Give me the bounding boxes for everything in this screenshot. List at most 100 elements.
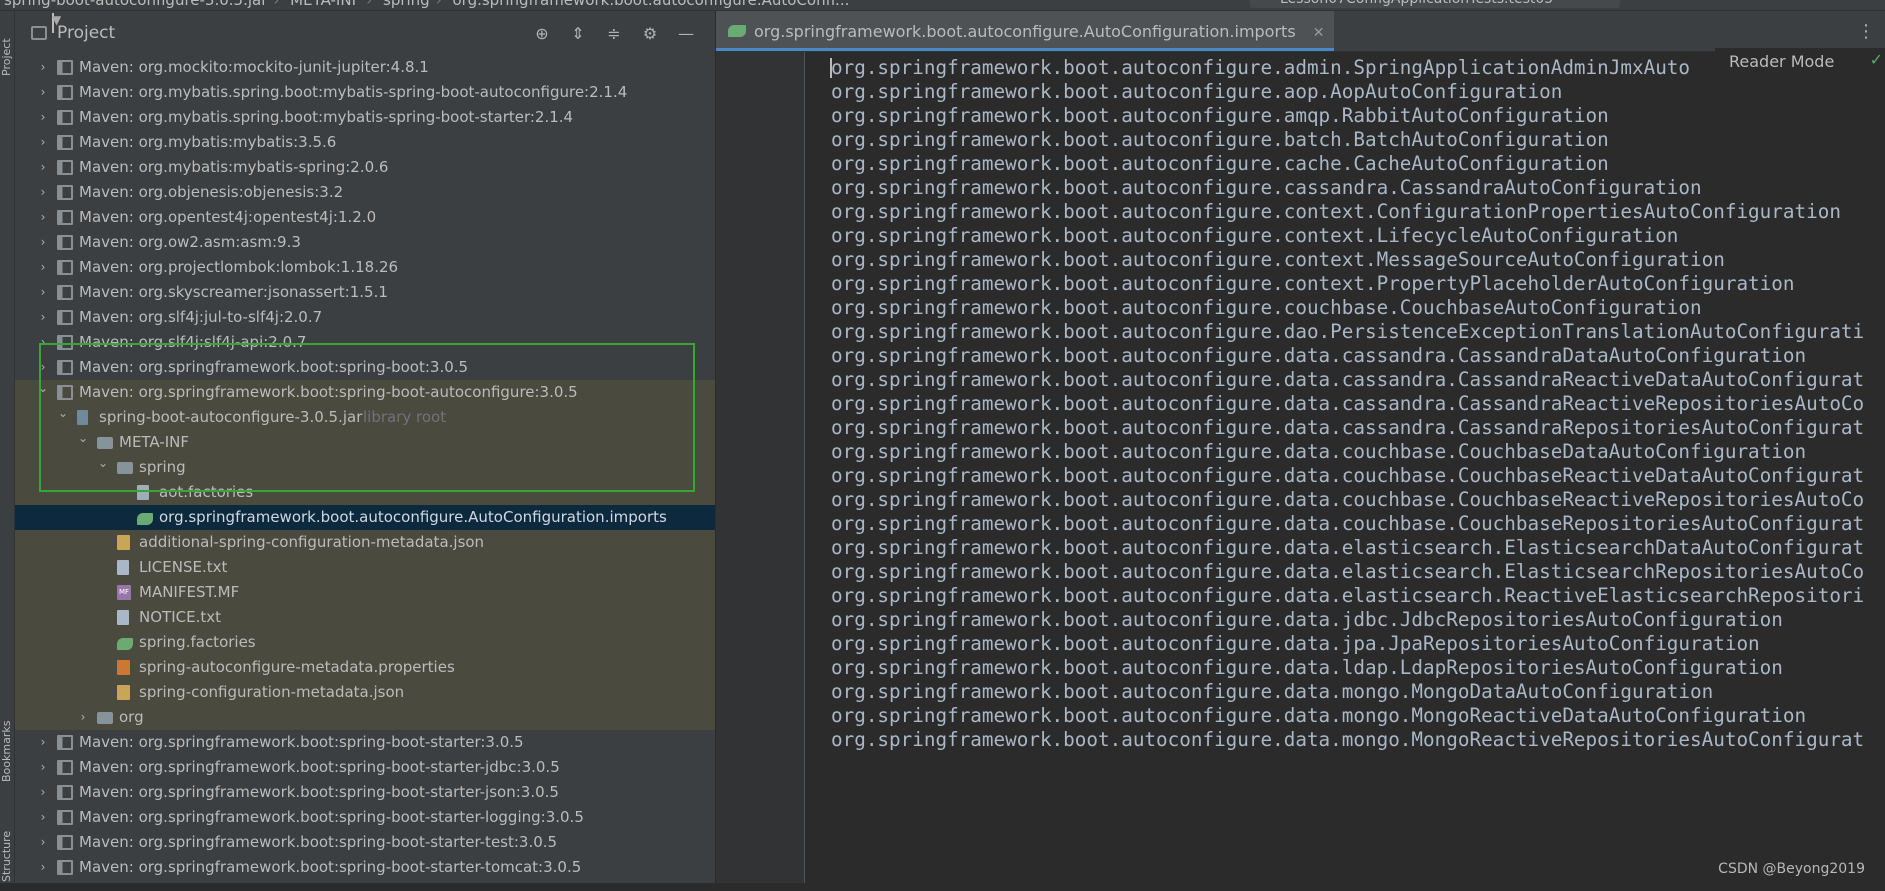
tree-row[interactable]: › Maven: org.objenesis:objenesis:3.2 [15, 180, 715, 205]
tree-row[interactable]: ⌄ spring-boot-autoconfigure-3.0.5.jar libr… [15, 405, 715, 430]
run-configuration-select[interactable]: Lesson07ConfigApplicationTests.test05 [1250, 0, 1620, 8]
chevron-right-icon[interactable]: › [37, 855, 49, 880]
code-line[interactable]: 9org.springframework.boot.autoconfigure.… [805, 248, 1885, 272]
tree-row[interactable]: › Maven: org.mybatis:mybatis:3.5.6 [15, 130, 715, 155]
code-line[interactable]: 26org.springframework.boot.autoconfigure… [805, 656, 1885, 680]
tree-row[interactable]: › Maven: org.springframework.boot:spring-… [15, 355, 715, 380]
chevron-right-icon[interactable]: › [37, 155, 49, 180]
code-line[interactable]: 8org.springframework.boot.autoconfigure.… [805, 224, 1885, 248]
breadcrumb-item-spring[interactable]: spring [383, 0, 430, 9]
gear-icon[interactable]: ⚙ [641, 25, 659, 43]
tree-row[interactable]: spring-configuration-metadata.json [15, 680, 715, 705]
chevron-down-icon[interactable]: ⌄ [37, 376, 49, 401]
target-icon[interactable]: ⊕ [533, 25, 551, 43]
breadcrumb-item-jar[interactable]: spring-boot-autoconfigure-3.0.5.jar [4, 0, 267, 9]
chevron-right-icon[interactable]: › [37, 80, 49, 105]
chevron-right-icon[interactable]: › [37, 330, 49, 355]
tree-row[interactable]: › Maven: org.slf4j:slf4j-api:2.0.7 [15, 330, 715, 355]
bookmarks-tool-tab[interactable]: Bookmarks [0, 711, 14, 791]
code-line[interactable]: 20org.springframework.boot.autoconfigure… [805, 512, 1885, 536]
tree-row[interactable]: ⌄ Maven: org.springframework.boot:spring-… [15, 380, 715, 405]
code-line[interactable]: 3org.springframework.boot.autoconfigure.… [805, 104, 1885, 128]
code-line[interactable]: 23org.springframework.boot.autoconfigure… [805, 584, 1885, 608]
tree-row[interactable]: › Maven: org.ow2.asm:asm:9.3 [15, 230, 715, 255]
code-line[interactable]: 12org.springframework.boot.autoconfigure… [805, 320, 1885, 344]
code-area[interactable]: 1org.springframework.boot.autoconfigure.… [805, 52, 1885, 883]
chevron-right-icon[interactable]: › [37, 180, 49, 205]
chevron-down-icon[interactable]: ⌄ [77, 426, 89, 451]
chevron-right-icon[interactable]: › [37, 730, 49, 755]
tree-row[interactable]: LICENSE.txt [15, 555, 715, 580]
more-icon[interactable]: ⋮ [1857, 21, 1875, 42]
code-line[interactable]: 21org.springframework.boot.autoconfigure… [805, 536, 1885, 560]
tree-row[interactable]: › Maven: org.slf4j:jul-to-slf4j:2.0.7 [15, 305, 715, 330]
code-line[interactable]: 19org.springframework.boot.autoconfigure… [805, 488, 1885, 512]
tree-row[interactable]: additional-spring-configuration-metadata… [15, 530, 715, 555]
chevron-right-icon[interactable]: › [37, 255, 49, 280]
code-line[interactable]: 2org.springframework.boot.autoconfigure.… [805, 80, 1885, 104]
close-icon[interactable]: ✕ [1313, 25, 1325, 41]
chevron-right-icon[interactable]: › [37, 55, 49, 80]
tree-row[interactable]: › Maven: org.mybatis.spring.boot:mybatis-… [15, 105, 715, 130]
tree-row[interactable]: aot.factories [15, 480, 715, 505]
code-editor[interactable]: 1org.springframework.boot.autoconfigure.… [716, 48, 1885, 883]
breadcrumb-item-meta-inf[interactable]: META-INF [290, 0, 360, 9]
code-line[interactable]: 10org.springframework.boot.autoconfigure… [805, 272, 1885, 296]
chevron-right-icon[interactable]: › [37, 755, 49, 780]
tree-row[interactable]: › Maven: org.springframework.boot:spring-… [15, 830, 715, 855]
chevron-right-icon[interactable]: › [37, 305, 49, 330]
code-line[interactable]: 18org.springframework.boot.autoconfigure… [805, 464, 1885, 488]
tree-row[interactable]: › org [15, 705, 715, 730]
structure-tool-tab[interactable]: Structure [0, 821, 14, 891]
code-line[interactable]: 29org.springframework.boot.autoconfigure… [805, 728, 1885, 752]
chevron-down-icon[interactable]: ⌄ [57, 401, 69, 426]
code-line[interactable]: 22org.springframework.boot.autoconfigure… [805, 560, 1885, 584]
expand-all-icon[interactable]: ⇕ [569, 25, 587, 43]
tree-row[interactable]: spring-autoconfigure-metadata.properties [15, 655, 715, 680]
tree-row[interactable]: › Maven: org.springframework.boot:spring-… [15, 855, 715, 880]
code-line[interactable]: 27org.springframework.boot.autoconfigure… [805, 680, 1885, 704]
chevron-right-icon[interactable]: › [37, 830, 49, 855]
tree-row[interactable]: › Maven: org.opentest4j:opentest4j:1.2.0 [15, 205, 715, 230]
reader-mode-button[interactable]: Reader Mode [1729, 52, 1834, 71]
tree-row[interactable]: › Maven: org.mybatis.spring.boot:mybatis-… [15, 80, 715, 105]
tree-row[interactable]: › Maven: org.springframework.boot:spring-… [15, 755, 715, 780]
collapse-all-icon[interactable]: ≑ [605, 25, 623, 43]
minimize-icon[interactable]: — [677, 25, 695, 43]
chevron-right-icon[interactable]: › [37, 780, 49, 805]
chevron-right-icon[interactable]: › [37, 805, 49, 830]
code-line[interactable]: 4org.springframework.boot.autoconfigure.… [805, 128, 1885, 152]
tree-row[interactable]: › Maven: org.skyscreamer:jsonassert:1.5.1 [15, 280, 715, 305]
chevron-down-icon[interactable]: ▼ [52, 13, 61, 33]
tree-row[interactable]: ⌄ spring [15, 455, 715, 480]
chevron-right-icon[interactable]: › [37, 205, 49, 230]
code-line[interactable]: 7org.springframework.boot.autoconfigure.… [805, 200, 1885, 224]
code-line[interactable]: 6org.springframework.boot.autoconfigure.… [805, 176, 1885, 200]
code-line[interactable]: 16org.springframework.boot.autoconfigure… [805, 416, 1885, 440]
tree-row[interactable]: org.springframework.boot.autoconfigure.A… [15, 505, 715, 530]
tree-row[interactable]: ⌄ META-INF [15, 430, 715, 455]
breadcrumb-item-file[interactable]: org.springframework.boot.autoconfigure.A… [452, 0, 849, 9]
chevron-right-icon[interactable]: › [37, 130, 49, 155]
project-tool-tab[interactable]: Project [0, 27, 14, 87]
code-line[interactable]: 28org.springframework.boot.autoconfigure… [805, 704, 1885, 728]
chevron-right-icon[interactable]: › [37, 105, 49, 130]
tree-row[interactable]: › Maven: org.springframework.boot:spring-… [15, 730, 715, 755]
tree-row[interactable]: › Maven: org.projectlombok:lombok:1.18.26 [15, 255, 715, 280]
chevron-right-icon[interactable]: › [37, 280, 49, 305]
code-line[interactable]: 5org.springframework.boot.autoconfigure.… [805, 152, 1885, 176]
code-line[interactable]: 25org.springframework.boot.autoconfigure… [805, 632, 1885, 656]
tree-row[interactable]: › Maven: org.mockito:mockito-junit-jupite… [15, 55, 715, 80]
tree-row[interactable]: MF MANIFEST.MF [15, 580, 715, 605]
tree-row[interactable]: NOTICE.txt [15, 605, 715, 630]
code-line[interactable]: 13org.springframework.boot.autoconfigure… [805, 344, 1885, 368]
chevron-down-icon[interactable]: ⌄ [97, 451, 109, 476]
project-panel-title[interactable]: Project [57, 23, 115, 43]
chevron-right-icon[interactable]: › [77, 705, 89, 730]
tree-row[interactable]: › Maven: org.mybatis:mybatis-spring:2.0.6 [15, 155, 715, 180]
code-line[interactable]: 17org.springframework.boot.autoconfigure… [805, 440, 1885, 464]
code-line[interactable]: 24org.springframework.boot.autoconfigure… [805, 608, 1885, 632]
tree-row[interactable]: › Maven: org.springframework.boot:spring-… [15, 780, 715, 805]
editor-tab-active[interactable]: org.springframework.boot.autoconfigure.A… [716, 11, 1335, 51]
code-line[interactable]: 11org.springframework.boot.autoconfigure… [805, 296, 1885, 320]
